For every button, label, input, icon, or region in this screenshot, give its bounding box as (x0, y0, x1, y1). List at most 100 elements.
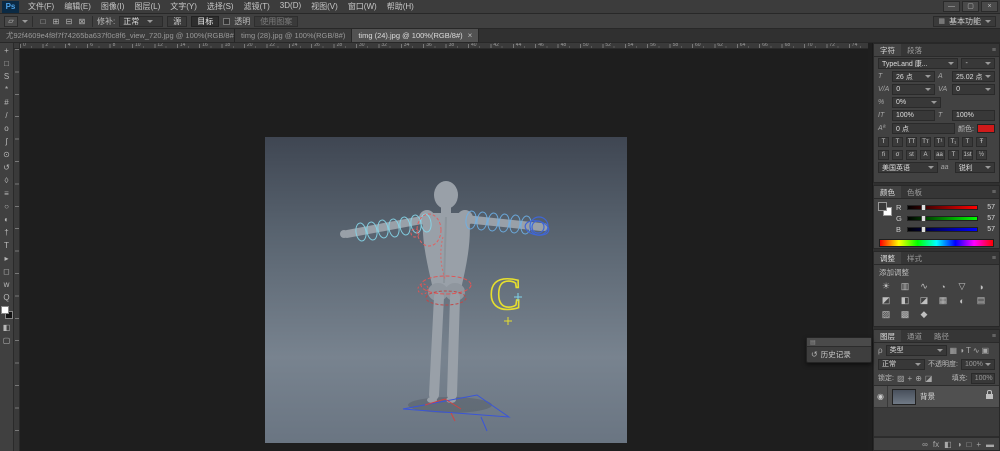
letter-c-overlay[interactable]: C (489, 268, 522, 319)
slider-thumb-icon[interactable] (921, 215, 926, 222)
blend-mode-dropdown[interactable]: 正常 (878, 359, 925, 370)
tool-quick-select[interactable]: * (0, 83, 14, 96)
tool-type[interactable]: T (0, 239, 14, 252)
character-tab-2[interactable]: 段落 (901, 44, 928, 56)
add-selection-icon[interactable]: ⊞ (50, 16, 62, 27)
panel-color-swatches[interactable] (878, 202, 892, 216)
tool-blur[interactable]: ○ (0, 200, 14, 213)
window-maximize-button[interactable]: ▢ (962, 1, 979, 12)
new-selection-icon[interactable]: □ (37, 16, 49, 27)
color-swatches[interactable] (1, 306, 13, 319)
character-tab-1[interactable]: 字符 (874, 44, 901, 56)
vertical-scale-field[interactable]: 100% (892, 110, 935, 121)
lock-position-icon[interactable]: ⊕ (915, 374, 922, 383)
photo-filter-icon[interactable]: ◪ (916, 294, 932, 307)
history-panel-grip[interactable]: ▤ (807, 338, 871, 347)
use-pattern-button[interactable]: 使用图案 (254, 16, 298, 27)
tool-preset-caret-icon[interactable] (22, 20, 28, 23)
char-style-button-7[interactable]: T (962, 137, 973, 147)
window-close-button[interactable]: × (981, 1, 998, 12)
menu-layer[interactable]: 图层(L) (129, 1, 165, 12)
layer-effects-icon[interactable]: fx (933, 440, 939, 449)
opentype-button-5[interactable]: aa (934, 150, 945, 160)
text-color-swatch[interactable] (977, 124, 995, 133)
delete-layer-icon[interactable]: ▬ (986, 440, 994, 449)
gradient-map-icon[interactable]: ▩ (897, 308, 913, 321)
layers-tab-3[interactable]: 路径 (928, 330, 955, 342)
document-tab-2[interactable]: timg (28).jpg @ 100%(RGB/8#) (235, 29, 352, 42)
layer-visibility-eye-icon[interactable]: ◉ (874, 386, 888, 407)
panel-menu-icon[interactable]: ≡ (989, 330, 999, 342)
char-style-button-8[interactable]: Ŧ (976, 137, 987, 147)
kerning-field[interactable]: 0 (892, 84, 935, 95)
destination-toggle[interactable]: 目标 (191, 16, 219, 27)
menu-window[interactable]: 窗口(W) (343, 1, 382, 12)
layer-thumbnail[interactable] (892, 389, 916, 405)
layer-mask-icon[interactable]: ◧ (944, 440, 952, 449)
document-tab-1[interactable]: 尤92f4609e4f8f7f74265ba637f0c8f6_view_720… (0, 29, 235, 42)
patch-mode-dropdown[interactable]: 正常 (119, 16, 163, 27)
transparent-checkbox[interactable] (223, 18, 230, 25)
adjustments-tab-1[interactable]: 调整 (874, 252, 901, 264)
panel-foreground-swatch[interactable] (878, 202, 887, 211)
subtract-selection-icon[interactable]: ⊟ (63, 16, 75, 27)
panel-menu-icon[interactable]: ≡ (989, 44, 999, 56)
menu-select[interactable]: 选择(S) (202, 1, 239, 12)
vertical-ruler[interactable] (14, 49, 20, 451)
menu-file[interactable]: 文件(F) (23, 1, 59, 12)
filter-pixel-icon[interactable]: ▦ (950, 346, 958, 355)
tab-close-icon[interactable]: × (468, 31, 473, 40)
quick-mask-button[interactable]: ◧ (0, 321, 14, 334)
tool-spot-healing[interactable]: o (0, 122, 14, 135)
filter-smart-icon[interactable]: ▣ (982, 346, 990, 355)
tool-brush[interactable]: ʃ (0, 135, 14, 148)
menu-help[interactable]: 帮助(H) (382, 1, 419, 12)
tool-zoom[interactable]: Q (0, 291, 14, 304)
layers-tab-1[interactable]: 图层 (874, 330, 901, 342)
patch-tool-icon[interactable]: ▱ (4, 16, 18, 27)
tool-eraser[interactable]: ◊ (0, 174, 14, 187)
char-style-button-1[interactable]: T (878, 137, 889, 147)
filter-adjustment-icon[interactable]: ◑ (959, 346, 964, 355)
adjustments-tab-2[interactable]: 样式 (901, 252, 928, 264)
link-layers-icon[interactable]: ∞ (922, 440, 928, 449)
black-white-icon[interactable]: ◧ (897, 294, 913, 307)
color-spectrum-ramp[interactable] (879, 239, 994, 247)
tool-clone-stamp[interactable]: ⊙ (0, 148, 14, 161)
char-style-button-4[interactable]: Tᴛ (920, 137, 931, 147)
color-tab-1[interactable]: 颜色 (874, 186, 901, 198)
opentype-button-4[interactable]: A (920, 150, 931, 160)
tool-marquee[interactable]: □ (0, 57, 14, 70)
layers-tab-2[interactable]: 通道 (901, 330, 928, 342)
char-style-button-6[interactable]: T₁ (948, 137, 959, 147)
lock-all-icon[interactable]: ◪ (925, 374, 933, 383)
opentype-button-8[interactable]: ½ (976, 150, 987, 160)
slider-thumb-icon[interactable] (921, 204, 926, 211)
panel-menu-icon[interactable]: ≡ (989, 252, 999, 264)
language-dropdown[interactable]: 美国英语 (878, 162, 938, 173)
threshold-icon[interactable]: ▨ (878, 308, 894, 321)
workspace-switcher[interactable]: ▦ 基本功能 (933, 16, 996, 27)
char-style-button-5[interactable]: T¹ (934, 137, 945, 147)
vibrance-icon[interactable]: ▽ (954, 280, 970, 293)
posterize-icon[interactable]: ▤ (973, 294, 989, 307)
opentype-button-1[interactable]: fi (878, 150, 889, 160)
menu-filter[interactable]: 滤镜(T) (239, 1, 275, 12)
slider-thumb-icon[interactable] (921, 226, 926, 233)
opentype-button-6[interactable]: T (948, 150, 959, 160)
lock-pixels-icon[interactable]: + (908, 374, 913, 383)
new-layer-icon[interactable]: + (976, 440, 981, 449)
color-tab-2[interactable]: 色板 (901, 186, 928, 198)
menu-3d[interactable]: 3D(D) (275, 1, 306, 12)
lock-transparency-icon[interactable]: ▨ (897, 374, 905, 383)
hue-saturation-icon[interactable]: ◑ (973, 280, 989, 293)
layer-row[interactable]: ◉背景 (874, 386, 999, 408)
foreground-color-swatch[interactable] (1, 306, 9, 314)
menu-view[interactable]: 视图(V) (306, 1, 343, 12)
horizontal-ruler[interactable]: 0246810121416182022242628303234363840424… (20, 43, 868, 49)
opacity-field[interactable]: 100% (961, 359, 995, 370)
tool-shape[interactable]: ◻ (0, 265, 14, 278)
layer-filter-dropdown[interactable]: 类型 (886, 345, 947, 356)
tool-gradient[interactable]: ≡ (0, 187, 14, 200)
tool-history-brush[interactable]: ↺ (0, 161, 14, 174)
